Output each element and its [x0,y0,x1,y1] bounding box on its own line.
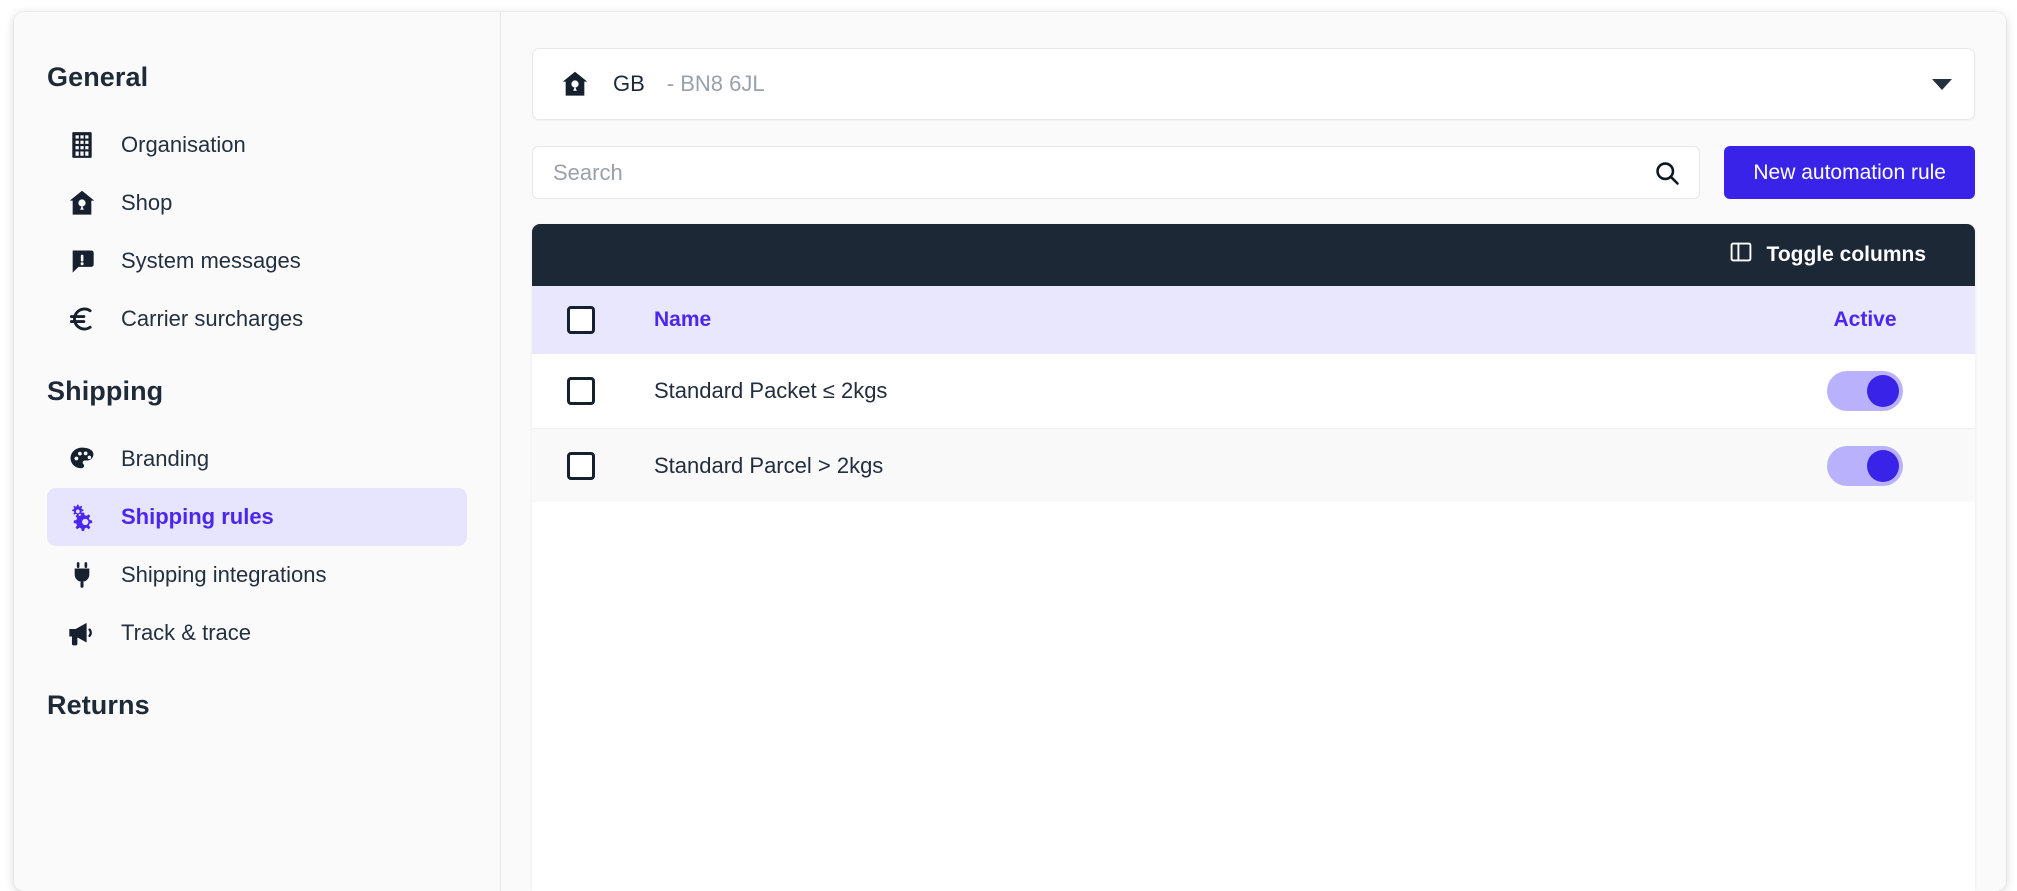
search-box[interactable] [532,146,1701,199]
select-all-checkbox[interactable] [567,306,595,334]
sidebar-item-shop[interactable]: Shop [47,174,467,232]
toggle-columns-button[interactable]: Toggle columns [1729,240,1926,270]
building-icon [64,131,100,159]
chevron-down-icon[interactable] [1932,78,1952,90]
plug-icon [64,561,100,589]
sidebar-item-label: Branding [121,446,210,471]
sidebar-item-organisation[interactable]: Organisation [47,116,467,174]
rule-name: Standard Packet ≤ 2kgs [654,378,888,403]
toggle-knob [1867,449,1899,482]
sidebar-section-general-title: General [47,62,149,92]
shipping-rules-table: Toggle columns Name Active Standard Pack… [532,224,1975,891]
row-checkbox[interactable] [567,451,595,480]
sidebar-section-shipping-title: Shipping [47,376,164,406]
rule-active-cell [1755,371,1975,411]
message-alert-icon [64,247,100,275]
sidebar-item-label: Organisation [121,132,246,157]
sidebar-item-label: Carrier surcharges [121,306,304,331]
megaphone-icon [64,620,100,646]
table-empty-area [532,502,1975,891]
columns-icon [1729,240,1753,270]
toggle-knob [1867,375,1899,407]
shop-home-icon [561,70,591,98]
sidebar-item-branding[interactable]: Branding [47,430,467,488]
location-select[interactable]: GB - BN8 6JL [532,48,1975,120]
sidebar-item-label: Shop [121,190,173,215]
app-window: General Organisation Shop System message… [14,12,2006,891]
column-header-active[interactable]: Active [1755,308,1975,332]
table-header-row: Name Active [532,286,1975,354]
table-toolbar: Toggle columns [532,224,1975,286]
sidebar-item-label: Shipping integrations [121,562,327,587]
row-select-cell [532,377,624,405]
toggle-columns-label: Toggle columns [1766,243,1926,266]
search-input[interactable] [553,159,1652,186]
rule-active-cell [1755,445,1975,486]
search-row: New automation rule [532,146,1975,199]
sidebar-item-track-and-trace[interactable]: Track & trace [47,604,467,662]
table-row[interactable]: Standard Packet ≤ 2kgs [532,354,1975,428]
main-content: GB - BN8 6JL New automation rule [501,12,2006,891]
sidebar-item-carrier-surcharges[interactable]: Carrier surcharges [47,290,467,348]
sidebar-item-label: Track & trace [121,620,251,645]
palette-icon [64,445,100,473]
sidebar-item-label: System messages [121,248,301,273]
column-header-name[interactable]: Name [624,308,1755,332]
new-automation-rule-button[interactable]: New automation rule [1724,146,1975,199]
sidebar-item-system-messages[interactable]: System messages [47,232,467,290]
shop-home-icon [64,189,100,217]
table-row[interactable]: Standard Parcel > 2kgs [532,428,1975,502]
active-toggle[interactable] [1827,371,1903,411]
settings-sidebar: General Organisation Shop System message… [14,12,501,891]
location-postcode: - BN8 6JL [666,71,765,96]
location-country: GB [613,71,645,96]
row-select-cell [532,451,624,480]
sidebar-section-returns-title: Returns [47,690,150,720]
sidebar-item-shipping-integrations[interactable]: Shipping integrations [47,546,467,604]
gears-icon [64,502,100,532]
sidebar-item-label: Shipping rules [121,504,274,529]
rule-name: Standard Parcel > 2kgs [654,452,884,478]
sidebar-item-shipping-rules[interactable]: Shipping rules [47,488,467,546]
row-checkbox[interactable] [567,377,595,405]
search-icon[interactable] [1651,159,1681,187]
euro-icon [64,304,100,334]
select-all-cell [532,306,624,334]
active-toggle[interactable] [1827,445,1903,486]
